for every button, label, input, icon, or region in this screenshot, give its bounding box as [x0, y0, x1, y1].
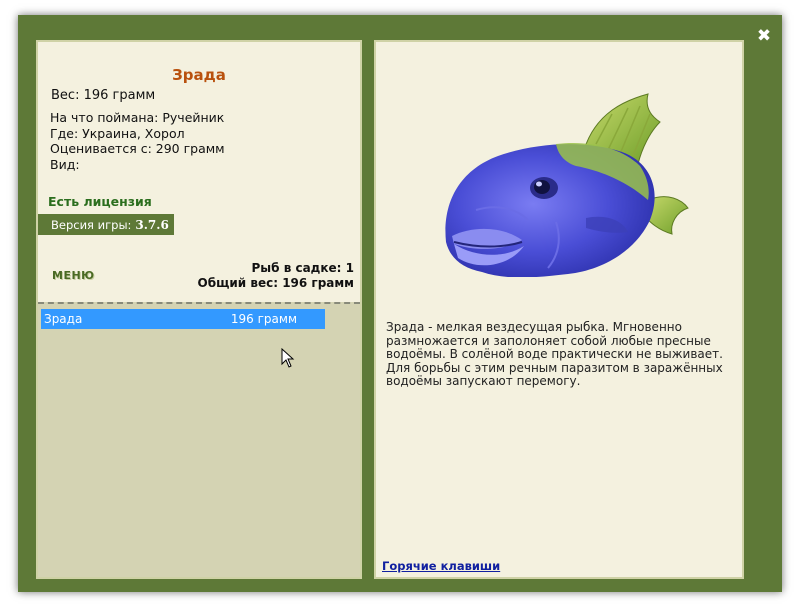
- fish-description-panel: Зрада - мелкая вездесущая рыбка. Мгновен…: [374, 40, 744, 579]
- fish-weight: Вес: 196 грамм: [51, 88, 156, 103]
- license-status: Есть лицензия: [48, 194, 152, 209]
- fish-location: Где: Украина, Хорол: [50, 125, 185, 141]
- mouse-cursor-icon: [281, 348, 295, 368]
- menu-button[interactable]: МЕНЮ: [52, 269, 95, 282]
- hotkeys-link[interactable]: Горячие клавиши: [382, 559, 500, 573]
- fish-name-title: Зрада: [172, 66, 226, 84]
- fish-valued-from: Оценивается с: 290 грамм: [50, 141, 225, 156]
- fish-image: [445, 93, 689, 277]
- fish-details-panel: Зрада Вес: 196 грамм На что поймана: Руч…: [36, 40, 362, 579]
- fish-species: Вид:: [50, 156, 80, 172]
- version-bar: Версия игры: 3.7.6: [38, 214, 174, 235]
- keepnet-count: Рыб в садке: 1: [251, 261, 355, 275]
- keepnet-total-weight: Общий вес: 196 грамм: [197, 276, 354, 290]
- fish-caught-on: На что поймана: Ручейник: [50, 110, 225, 125]
- fish-description: Зрада - мелкая вездесущая рыбка. Мгновен…: [386, 320, 723, 389]
- keepnet-summary: Рыб в садке: 1 Общий вес: 196 грамм: [198, 261, 354, 291]
- version-number: 3.7.6: [135, 217, 169, 232]
- list-item[interactable]: Зрада 196 грамм: [41, 309, 325, 329]
- keepnet-list: Зрада 196 грамм: [38, 302, 360, 577]
- list-item-weight: 196 грамм: [230, 312, 297, 326]
- close-icon[interactable]: ✖: [754, 26, 774, 46]
- fish-info-block: На что поймана: Ручейник Где: Украина, Х…: [50, 110, 225, 172]
- list-item-name: Зрада: [44, 312, 83, 326]
- version-label: Версия игры:: [51, 217, 132, 232]
